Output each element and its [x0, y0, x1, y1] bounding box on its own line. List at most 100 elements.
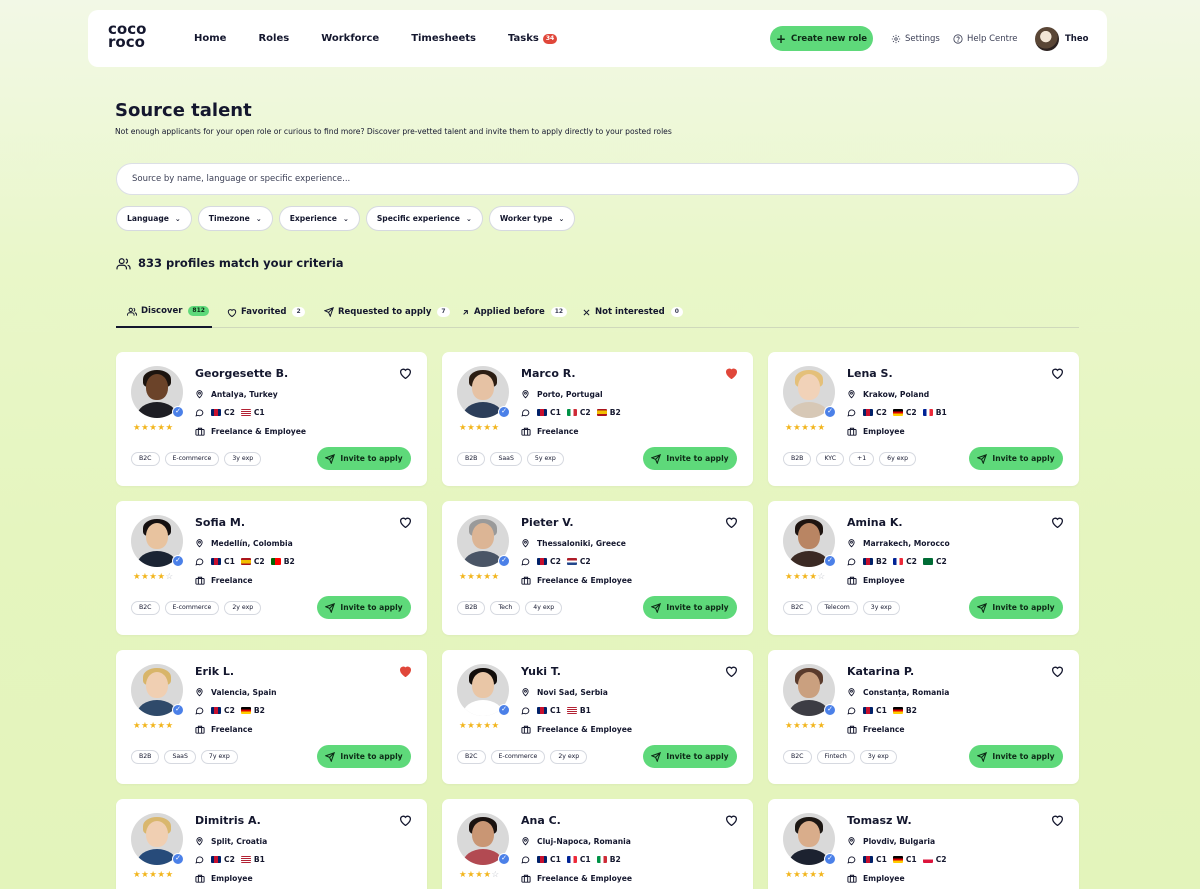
star-icon: ★	[817, 870, 826, 880]
talent-card[interactable]: ✓ ★★★★★ Pieter V. Thessaloniki, Greece C…	[442, 501, 753, 635]
talent-card[interactable]: ✓ ★★★★★ Marco R. Porto, Portugal C1 C2 B2 …	[442, 352, 753, 486]
filter-timezone[interactable]: Timezone ⌄	[197, 206, 273, 231]
filter-experience[interactable]: Experience ⌄	[278, 206, 360, 231]
chevron-down-icon: ⌄	[465, 214, 472, 223]
tab-favorited[interactable]: Favorited 2	[227, 296, 305, 328]
profile-avatar: ✓	[783, 515, 836, 567]
worker-type-text: Freelance	[537, 427, 579, 436]
skill-tag: Telecom	[816, 601, 858, 615]
skill-tag: B2B	[131, 750, 160, 764]
tasks-badge: 34	[542, 33, 558, 44]
talent-card[interactable]: ✓ ★★★★★ Yuki T. Novi Sad, Serbia C1 B1 Fr…	[442, 650, 753, 784]
results-count-text: 833 profiles match your criteria	[138, 256, 344, 270]
talent-card[interactable]: ✓ ★★★★★ Dimitris A. Split, Croatia C2 B1 …	[116, 799, 427, 889]
briefcase-icon	[195, 874, 205, 883]
location-pin-icon	[195, 687, 205, 697]
invite-to-apply-button[interactable]: Invite to apply	[969, 596, 1063, 619]
filter-language[interactable]: Language ⌄	[116, 206, 192, 231]
language-level: C1	[550, 706, 561, 715]
talent-card[interactable]: ✓ ★★★★☆ Ana C. Cluj-Napoca, Romania C1 C1…	[442, 799, 753, 889]
de-flag-icon	[892, 707, 903, 714]
profile-languages: C2 C1	[195, 408, 271, 417]
talent-card[interactable]: ✓ ★★★★★ Tomasz W. Plovdiv, Bulgaria C1 C1…	[768, 799, 1079, 889]
star-icon: ★	[483, 870, 492, 880]
filter-worker-type[interactable]: Worker type ⌄	[488, 206, 576, 231]
favorite-heart-icon[interactable]	[1051, 516, 1064, 528]
favorite-heart-icon[interactable]	[725, 814, 738, 826]
invite-to-apply-button[interactable]: Invite to apply	[969, 447, 1063, 470]
talent-card[interactable]: ✓ ★★★★★ Lena S. Krakow, Poland C2 C2 B1 Em…	[768, 352, 1079, 486]
talent-card[interactable]: ✓ ★★★★★ Georgesette B. Antalya, Turkey C…	[116, 352, 427, 486]
arrow-up-right-icon	[463, 309, 468, 315]
it-flag-icon	[596, 856, 607, 863]
nav-tasks[interactable]: Tasks 34	[508, 33, 558, 44]
favorite-heart-icon[interactable]	[1051, 665, 1064, 677]
favorite-heart-icon[interactable]	[399, 665, 412, 677]
skill-tag: 7y exp	[200, 750, 238, 764]
chat-bubble-icon	[521, 408, 531, 417]
filter-specific-experience[interactable]: Specific experience ⌄	[365, 206, 483, 231]
talent-card[interactable]: ✓ ★★★★☆ Amina K. Marrakech, Morocco B2 C2…	[768, 501, 1079, 635]
favorite-heart-icon[interactable]	[1051, 814, 1064, 826]
favorite-heart-icon[interactable]	[725, 665, 738, 677]
chevron-down-icon: ⌄	[342, 214, 349, 223]
send-icon	[324, 307, 334, 317]
briefcase-icon	[847, 874, 857, 883]
nav-roles[interactable]: Roles	[258, 33, 289, 44]
verified-badge-icon: ✓	[498, 853, 510, 865]
profile-name: Georgesette B.	[195, 367, 289, 380]
star-icon: ★	[157, 870, 166, 880]
invite-to-apply-button[interactable]: Invite to apply	[317, 596, 411, 619]
language-chip: B2	[270, 557, 295, 566]
tab-not-interested[interactable]: Not interested 0	[582, 296, 683, 328]
create-new-role-button[interactable]: + Create new role	[770, 26, 873, 51]
chevron-down-icon: ⌄	[255, 214, 262, 223]
location-text: Medellín, Colombia	[211, 538, 293, 548]
profile-worker-type: Employee	[847, 874, 905, 883]
favorite-heart-icon[interactable]	[1051, 367, 1064, 379]
rating-stars: ★★★★☆	[133, 572, 174, 582]
user-menu[interactable]: Theo	[1035, 26, 1088, 51]
tab-discover[interactable]: Discover 812	[116, 296, 212, 328]
verified-badge-icon: ✓	[824, 555, 836, 567]
talent-card[interactable]: ✓ ★★★★★ Katarina P. Constanța, Romania C…	[768, 650, 1079, 784]
invite-to-apply-button[interactable]: Invite to apply	[643, 596, 737, 619]
nav-home[interactable]: Home	[194, 33, 226, 44]
invite-to-apply-button[interactable]: Invite to apply	[643, 745, 737, 768]
settings-link[interactable]: Settings	[891, 10, 940, 67]
search-input[interactable]: Source by name, language or specific exp…	[116, 163, 1079, 195]
profile-avatar: ✓	[457, 515, 510, 567]
users-icon	[116, 257, 131, 269]
rating-stars: ★★★★★	[133, 721, 174, 731]
favorite-heart-icon[interactable]	[725, 367, 738, 379]
tab-favorited-label: Favorited	[241, 307, 287, 317]
favorite-heart-icon[interactable]	[725, 516, 738, 528]
invite-to-apply-button[interactable]: Invite to apply	[969, 745, 1063, 768]
location-pin-icon	[521, 836, 531, 846]
profile-languages: C2 C2	[521, 557, 597, 566]
it-flag-icon	[566, 409, 577, 416]
profile-languages: C2 B1	[195, 855, 271, 864]
favorite-heart-icon[interactable]	[399, 814, 412, 826]
gb-flag-icon	[211, 707, 221, 714]
nav-timesheets[interactable]: Timesheets	[411, 33, 476, 44]
tab-requested-to-apply[interactable]: Requested to apply 7	[324, 296, 450, 328]
tab-applied-before[interactable]: Applied before 12	[461, 296, 568, 328]
talent-card[interactable]: ✓ ★★★★★ Erik L. Valencia, Spain C2 B2 Fre…	[116, 650, 427, 784]
profile-name: Marco R.	[521, 367, 576, 380]
profile-worker-type: Freelance & Employee	[521, 874, 632, 883]
favorite-heart-icon[interactable]	[399, 516, 412, 528]
profile-avatar: ✓	[783, 813, 836, 865]
help-centre-link[interactable]: Help Centre	[953, 10, 1018, 67]
favorite-heart-icon[interactable]	[399, 367, 412, 379]
nav-workforce[interactable]: Workforce	[321, 33, 379, 44]
language-level: B2	[253, 706, 265, 715]
verified-badge-icon: ✓	[172, 853, 184, 865]
invite-to-apply-button[interactable]: Invite to apply	[317, 447, 411, 470]
invite-to-apply-button[interactable]: Invite to apply	[643, 447, 737, 470]
us-flag-icon	[240, 409, 251, 416]
talent-card[interactable]: ✓ ★★★★☆ Sofia M. Medellín, Colombia C1 C2…	[116, 501, 427, 635]
coco-logo[interactable]: coco roco	[108, 22, 164, 53]
language-chip: C2	[211, 855, 235, 864]
invite-to-apply-button[interactable]: Invite to apply	[317, 745, 411, 768]
